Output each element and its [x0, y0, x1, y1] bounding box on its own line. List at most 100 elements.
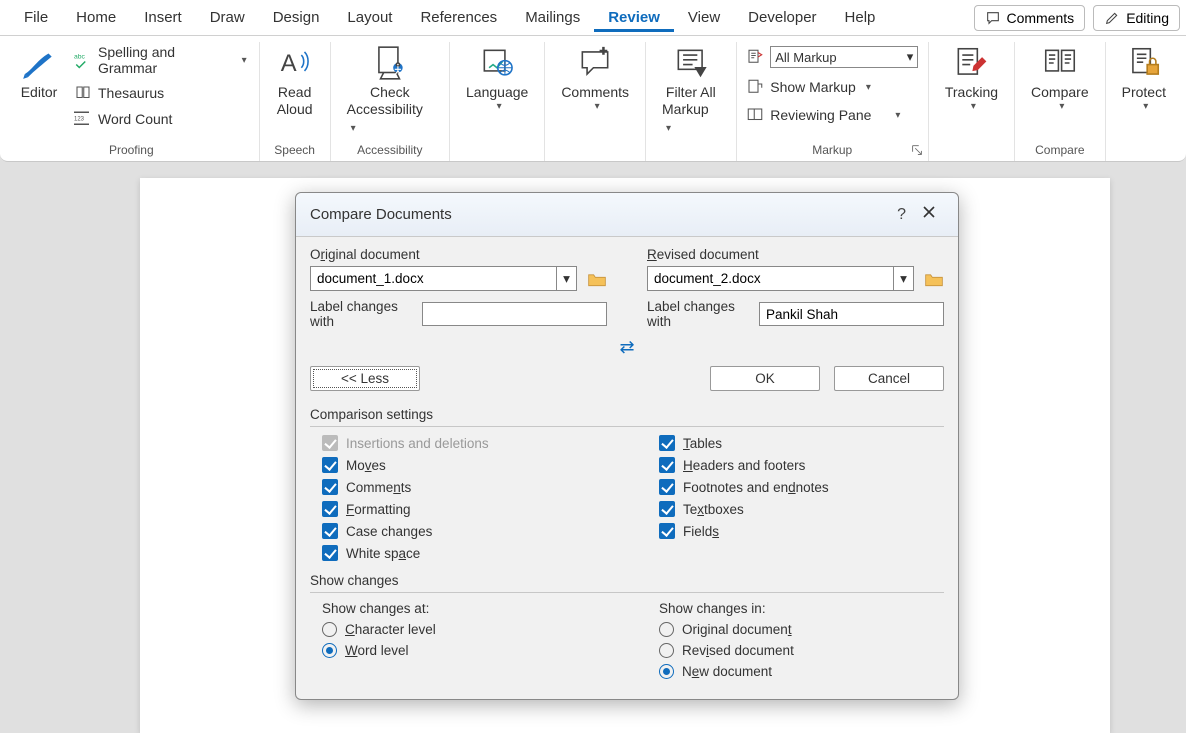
revised-author-input[interactable] — [759, 302, 944, 326]
original-author-input[interactable] — [422, 302, 607, 326]
language-button[interactable]: Language▾ — [458, 42, 536, 115]
checkbox-option[interactable]: Tables — [659, 435, 944, 451]
original-label: Original document — [310, 247, 607, 262]
tracking-button[interactable]: Tracking▾ — [937, 42, 1006, 115]
read-aloud-button[interactable]: A ReadAloud — [268, 42, 322, 120]
protect-button[interactable]: Protect▾ — [1114, 42, 1174, 115]
menu-review[interactable]: Review — [594, 3, 674, 32]
checkbox-option[interactable]: Fields — [659, 523, 944, 539]
language-icon — [478, 44, 516, 82]
less-button[interactable]: << Less — [310, 366, 420, 391]
chevron-down-icon[interactable]: ▾ — [497, 101, 502, 113]
menu-insert[interactable]: Insert — [130, 3, 196, 32]
menu-home[interactable]: Home — [62, 3, 130, 32]
chevron-down-icon[interactable]: ▾ — [1059, 101, 1064, 113]
checkbox-option[interactable]: Comments — [322, 479, 607, 495]
svg-text:abc: abc — [74, 54, 86, 61]
checkbox-option[interactable]: Moves — [322, 457, 607, 473]
radio-option[interactable]: Character level — [322, 622, 607, 637]
chevron-down-icon[interactable]: ▾ — [595, 101, 600, 113]
radio-option[interactable]: New document — [659, 664, 944, 679]
filter-markup-button[interactable]: Filter AllMarkup ▾ — [654, 42, 728, 137]
menu-help[interactable]: Help — [831, 3, 890, 32]
menu-design[interactable]: Design — [259, 3, 334, 32]
original-doc-input[interactable] — [311, 267, 556, 290]
group-label: Accessibility — [357, 140, 422, 161]
chevron-down-icon[interactable]: ▾ — [666, 123, 671, 134]
ribbon: Editor abc Spelling and Grammar▾ Thesaur… — [0, 36, 1186, 162]
chevron-down-icon[interactable]: ▾ — [351, 123, 356, 134]
group-speech: A ReadAloud Speech — [260, 42, 331, 161]
menu-draw[interactable]: Draw — [196, 3, 259, 32]
menu-layout[interactable]: Layout — [333, 3, 406, 32]
group-label: Compare — [1035, 140, 1084, 161]
thesaurus-button[interactable]: Thesaurus — [70, 82, 251, 104]
dialog-launcher[interactable] — [910, 143, 924, 157]
checkbox-option[interactable]: Footnotes and endnotes — [659, 479, 944, 495]
group-label: Markup — [812, 140, 852, 161]
chevron-down-icon[interactable]: ▾ — [893, 267, 913, 290]
reviewing-pane-button[interactable]: Reviewing Pane▾ — [742, 104, 922, 126]
compare-documents-dialog: Compare Documents ? Original document ▾ … — [295, 192, 959, 700]
editing-button[interactable]: Editing — [1093, 5, 1180, 31]
checkbox-option[interactable]: Headers and footers — [659, 457, 944, 473]
revised-doc-input[interactable] — [648, 267, 893, 290]
group-language: Language▾ — [450, 42, 545, 161]
abc-check-icon: abc — [74, 51, 92, 69]
compare-icon — [1041, 44, 1079, 82]
radio-option[interactable]: Word level — [322, 643, 607, 658]
menubar: File Home Insert Draw Design Layout Refe… — [0, 0, 1186, 36]
browse-original-button[interactable] — [587, 270, 607, 288]
group-markup: All Markup▾ Show Markup▾ Reviewing Pane▾… — [737, 42, 929, 161]
pane-icon — [746, 106, 764, 124]
radio-option[interactable]: Original document — [659, 622, 944, 637]
revised-doc-combo[interactable]: ▾ — [647, 266, 914, 291]
original-doc-combo[interactable]: ▾ — [310, 266, 577, 291]
checkbox-option[interactable]: Case changes — [322, 523, 607, 539]
menu-developer[interactable]: Developer — [734, 3, 830, 32]
svg-text:+: + — [600, 44, 607, 58]
protect-icon — [1125, 44, 1163, 82]
browse-revised-button[interactable] — [924, 270, 944, 288]
chevron-down-icon[interactable]: ▾ — [907, 49, 914, 65]
checkbox-option[interactable]: White space — [322, 545, 607, 561]
comments-ribbon-button[interactable]: + Comments▾ — [553, 42, 637, 115]
checkbox-option: Insertions and deletions — [322, 435, 607, 451]
group-tracking: Tracking▾ — [929, 42, 1015, 161]
chevron-down-icon[interactable]: ▾ — [242, 55, 247, 66]
compare-button[interactable]: Compare▾ — [1023, 42, 1097, 115]
swap-button[interactable]: ⇄ — [619, 337, 634, 357]
comment-icon — [985, 10, 1001, 26]
show-markup-button[interactable]: Show Markup▾ — [742, 76, 922, 98]
group-label: Speech — [274, 140, 315, 161]
group-label — [593, 140, 596, 161]
chevron-down-icon[interactable]: ▾ — [1143, 101, 1148, 113]
close-button[interactable] — [914, 201, 944, 228]
chevron-down-icon[interactable]: ▾ — [971, 101, 976, 113]
checkbox-option[interactable]: Textboxes — [659, 501, 944, 517]
help-button[interactable]: ? — [889, 202, 914, 228]
menu-mailings[interactable]: Mailings — [511, 3, 594, 32]
editor-button[interactable]: Editor — [12, 42, 66, 103]
menu-file[interactable]: File — [10, 3, 62, 32]
menu-view[interactable]: View — [674, 3, 734, 32]
cancel-button[interactable]: Cancel — [834, 366, 944, 391]
close-icon — [922, 205, 936, 219]
label-changes-text: Label changes with — [647, 299, 749, 329]
chevron-down-icon[interactable]: ▾ — [556, 267, 576, 290]
check-accessibility-button[interactable]: Check Accessibility ▾ — [339, 42, 441, 137]
comments-button[interactable]: Comments — [974, 5, 1086, 31]
group-comments: + Comments▾ — [545, 42, 646, 161]
comment-bubble-icon: + — [576, 44, 614, 82]
markup-combo[interactable]: All Markup▾ — [770, 46, 918, 68]
markup-combo-row: All Markup▾ — [742, 44, 922, 70]
word-count-button[interactable]: 123 Word Count — [70, 108, 251, 130]
chevron-down-icon[interactable]: ▾ — [895, 110, 900, 121]
comparison-settings-head: Comparison settings — [310, 407, 944, 422]
spelling-grammar-button[interactable]: abc Spelling and Grammar▾ — [70, 42, 251, 78]
menu-references[interactable]: References — [406, 3, 511, 32]
radio-option[interactable]: Revised document — [659, 643, 944, 658]
ok-button[interactable]: OK — [710, 366, 820, 391]
chevron-down-icon[interactable]: ▾ — [866, 82, 871, 93]
checkbox-option[interactable]: Formatting — [322, 501, 607, 517]
